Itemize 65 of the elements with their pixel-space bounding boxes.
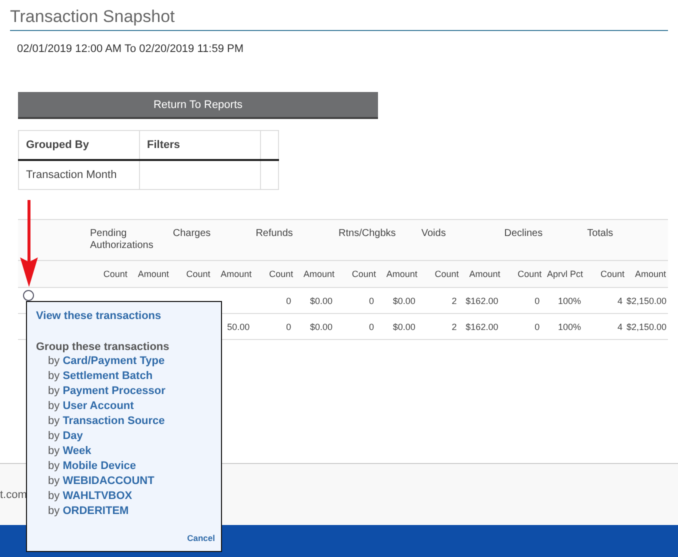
column-header: Amount — [138, 269, 169, 279]
group-option[interactable]: by Transaction Source — [48, 414, 165, 429]
table-cell: Transaction Month — [18, 160, 140, 190]
column-group-header: Declines — [504, 228, 543, 239]
column-header: Count — [434, 269, 459, 279]
column-header: Amount — [634, 269, 666, 279]
column-header: Count — [518, 269, 542, 279]
group-option[interactable]: by User Account — [48, 399, 134, 414]
column-header: Count — [269, 269, 294, 279]
group-option[interactable]: by Settlement Batch — [48, 369, 153, 384]
table-cell: 2 — [452, 322, 457, 332]
column-header: Grouped By — [18, 130, 140, 160]
column-group-header: Rtns/Chgbks — [338, 228, 396, 239]
table-cell: 100% — [558, 296, 582, 306]
arrow-icon — [20, 200, 38, 287]
table-cell: 0 — [368, 322, 374, 332]
table-cell: 4 — [617, 322, 622, 332]
table-cell: 0 — [368, 296, 374, 306]
column-header: Count — [600, 269, 624, 279]
column-group-header: Voids — [421, 228, 446, 239]
column-header: Amount — [304, 269, 335, 279]
column-header: Aprvl Pct — [547, 269, 584, 279]
table-cell: 0 — [534, 296, 540, 306]
group-option[interactable]: by Day — [48, 429, 83, 444]
table-cell: 100% — [558, 322, 582, 332]
view-link[interactable]: View these transactions — [36, 310, 162, 322]
column-group-header: Totals — [587, 228, 614, 239]
group-option[interactable]: by Mobile Device — [48, 459, 136, 474]
table-cell: $0.00 — [310, 322, 333, 332]
table-cell: 0 — [286, 322, 292, 332]
radio-button[interactable] — [23, 290, 34, 301]
group-option[interactable]: by Payment Processor — [48, 384, 166, 399]
table-cell: 2 — [452, 296, 457, 306]
column-header: Amount — [386, 269, 418, 279]
column-group-header: Charges — [172, 228, 211, 239]
column-header: Count — [103, 269, 128, 279]
page-title: Transaction Snapshot — [10, 7, 175, 27]
group-heading: Group these transactions — [36, 341, 170, 353]
group-option[interactable]: by Week — [48, 444, 92, 459]
table-cell: $0.00 — [310, 296, 333, 306]
column-header: Filters — [140, 130, 260, 160]
column-header: Amount — [469, 269, 500, 279]
table-cell: 4 — [617, 296, 622, 306]
table-cell: $162.00 — [466, 322, 498, 332]
column-header: Amount — [220, 269, 252, 279]
column-group-header: Pending Authorizations — [90, 228, 154, 251]
column-header: Count — [352, 269, 376, 279]
date-range: 02/01/2019 12:00 AM To 02/20/2019 11:59 PM — [17, 43, 244, 55]
column-header: Count — [186, 269, 210, 279]
group-option[interactable]: by WEBIDACCOUNT — [48, 474, 154, 489]
group-option[interactable]: by WAHLTVBOX — [48, 489, 132, 504]
table-cell: $0.00 — [392, 296, 416, 306]
table-cell: 0 — [286, 296, 292, 306]
table-cell: $0.00 — [392, 322, 416, 332]
return-button[interactable]: Return To Reports — [18, 92, 378, 119]
group-option[interactable]: by ORDERITEM — [48, 504, 129, 519]
group-option[interactable]: by Card/Payment Type — [48, 354, 165, 369]
table-cell: $2,150.00 — [626, 322, 667, 332]
cancel-link[interactable]: Cancel — [187, 533, 215, 543]
footer-text: t.com — [0, 489, 27, 501]
table-cell: $162.00 — [466, 296, 498, 306]
table-cell: $2,150.00 — [626, 296, 667, 306]
table-cell: 50.00 — [227, 322, 250, 332]
column-group-header: Refunds — [256, 228, 293, 239]
table-cell: 0 — [534, 322, 540, 332]
